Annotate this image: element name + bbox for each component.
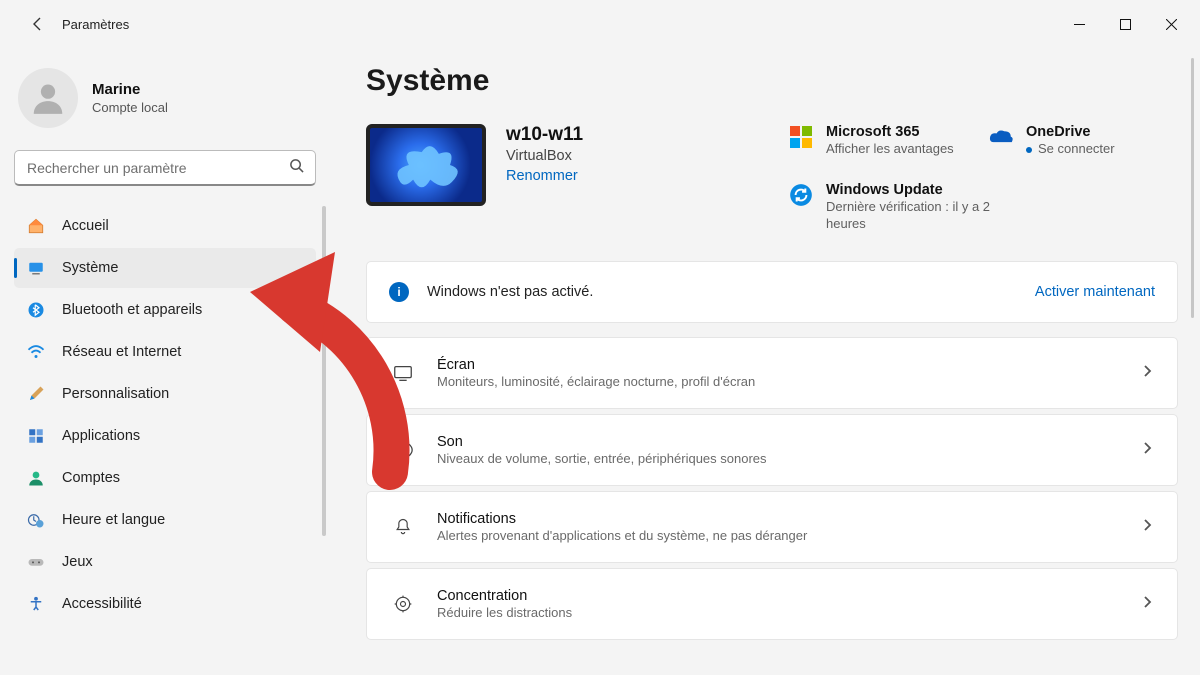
window-controls xyxy=(1056,4,1194,44)
sidebar-item-home[interactable]: Accueil xyxy=(14,206,316,246)
windows-update-icon xyxy=(788,182,814,208)
setting-card-focus[interactable]: Concentration Réduire les distractions xyxy=(366,568,1178,640)
rename-link[interactable]: Renommer xyxy=(506,168,578,184)
user-block[interactable]: Marine Compte local xyxy=(14,60,316,146)
avatar xyxy=(18,68,78,128)
app-title: Paramètres xyxy=(62,17,129,32)
sidebar-item-apps[interactable]: Applications xyxy=(14,416,316,456)
display-icon xyxy=(391,362,415,384)
info-subtitle: Se connecter xyxy=(1026,141,1115,158)
sidebar-item-bluetooth[interactable]: Bluetooth et appareils xyxy=(14,290,316,330)
home-icon xyxy=(26,216,46,236)
device-model: VirtualBox xyxy=(506,148,583,164)
card-title: Écran xyxy=(437,357,755,373)
accessibility-icon xyxy=(26,594,46,614)
onedrive-icon xyxy=(988,124,1014,150)
chevron-right-icon xyxy=(1141,595,1153,613)
apps-icon xyxy=(26,426,46,446)
user-name: Marine xyxy=(92,81,168,98)
setting-card-display[interactable]: Écran Moniteurs, luminosité, éclairage n… xyxy=(366,337,1178,409)
sidebar-item-personalization[interactable]: Personnalisation xyxy=(14,374,316,414)
bluetooth-icon xyxy=(26,300,46,320)
device-name: w10-w11 xyxy=(506,124,583,146)
sidebar-item-accounts[interactable]: Comptes xyxy=(14,458,316,498)
paintbrush-icon xyxy=(26,384,46,404)
gamepad-icon xyxy=(26,552,46,572)
chevron-right-icon xyxy=(1141,364,1153,382)
sidebar-item-time-language[interactable]: Heure et langue xyxy=(14,500,316,540)
bell-icon xyxy=(391,517,415,537)
chevron-right-icon xyxy=(1141,518,1153,536)
card-subtitle: Réduire les distractions xyxy=(437,605,572,620)
titlebar: Paramètres xyxy=(0,0,1200,48)
info-title: Microsoft 365 xyxy=(826,124,954,140)
chevron-right-icon xyxy=(1141,441,1153,459)
back-button[interactable] xyxy=(18,4,58,44)
sidebar-item-label: Applications xyxy=(62,428,140,444)
sidebar-item-system[interactable]: Système xyxy=(14,248,316,288)
info-tile-windows-update[interactable]: Windows Update Dernière vérification : i… xyxy=(788,182,1178,233)
info-subtitle: Dernière vérification : il y a 2 heures xyxy=(826,199,1016,233)
info-icon: i xyxy=(389,282,409,302)
search-icon xyxy=(289,158,304,178)
main-content: Système w10-w11 VirtualBox Renommer Micr… xyxy=(330,48,1200,675)
setting-card-sound[interactable]: Son Niveaux de volume, sortie, entrée, p… xyxy=(366,414,1178,486)
sidebar-item-label: Réseau et Internet xyxy=(62,344,181,360)
info-title: Windows Update xyxy=(826,182,1016,198)
sidebar-item-label: Jeux xyxy=(62,554,93,570)
sidebar-item-gaming[interactable]: Jeux xyxy=(14,542,316,582)
minimize-button[interactable] xyxy=(1056,4,1102,44)
scrollbar-thumb[interactable] xyxy=(322,206,326,536)
sidebar-item-label: Système xyxy=(62,260,118,276)
close-button[interactable] xyxy=(1148,4,1194,44)
activate-now-link[interactable]: Activer maintenant xyxy=(1035,284,1155,300)
clock-globe-icon xyxy=(26,510,46,530)
device-thumbnail xyxy=(366,124,486,206)
info-subtitle: Afficher les avantages xyxy=(826,141,954,158)
sidebar: Marine Compte local Accueil Système B xyxy=(0,48,330,675)
user-subtitle: Compte local xyxy=(92,100,168,115)
setting-card-notifications[interactable]: Notifications Alertes provenant d'applic… xyxy=(366,491,1178,563)
scrollbar-thumb[interactable] xyxy=(1191,58,1194,318)
activation-message: Windows n'est pas activé. xyxy=(427,284,593,300)
sidebar-item-network[interactable]: Réseau et Internet xyxy=(14,332,316,372)
page-title: Système xyxy=(366,64,1178,98)
sidebar-item-label: Accessibilité xyxy=(62,596,142,612)
sidebar-item-label: Comptes xyxy=(62,470,120,486)
search-input[interactable] xyxy=(14,150,316,186)
nav: Accueil Système Bluetooth et appareils R… xyxy=(14,206,316,624)
wifi-icon xyxy=(26,342,46,362)
sidebar-item-label: Bluetooth et appareils xyxy=(62,302,202,318)
sidebar-item-accessibility[interactable]: Accessibilité xyxy=(14,584,316,624)
microsoft-365-icon xyxy=(788,124,814,150)
info-tile-m365[interactable]: Microsoft 365 Afficher les avantages xyxy=(788,124,978,158)
card-title: Son xyxy=(437,434,767,450)
card-subtitle: Niveaux de volume, sortie, entrée, périp… xyxy=(437,451,767,466)
card-title: Notifications xyxy=(437,511,807,527)
activation-banner[interactable]: i Windows n'est pas activé. Activer main… xyxy=(366,261,1178,323)
card-subtitle: Alertes provenant d'applications et du s… xyxy=(437,528,807,543)
sound-icon xyxy=(391,439,415,461)
info-tile-onedrive[interactable]: OneDrive Se connecter xyxy=(988,124,1178,158)
sidebar-item-label: Heure et langue xyxy=(62,512,165,528)
sidebar-item-label: Personnalisation xyxy=(62,386,169,402)
device-block[interactable]: w10-w11 VirtualBox Renommer xyxy=(366,124,583,206)
focus-icon xyxy=(391,594,415,614)
card-title: Concentration xyxy=(437,588,572,604)
info-title: OneDrive xyxy=(1026,124,1115,140)
person-icon xyxy=(26,468,46,488)
sidebar-item-label: Accueil xyxy=(62,218,109,234)
maximize-button[interactable] xyxy=(1102,4,1148,44)
system-icon xyxy=(26,258,46,278)
card-subtitle: Moniteurs, luminosité, éclairage nocturn… xyxy=(437,374,755,389)
